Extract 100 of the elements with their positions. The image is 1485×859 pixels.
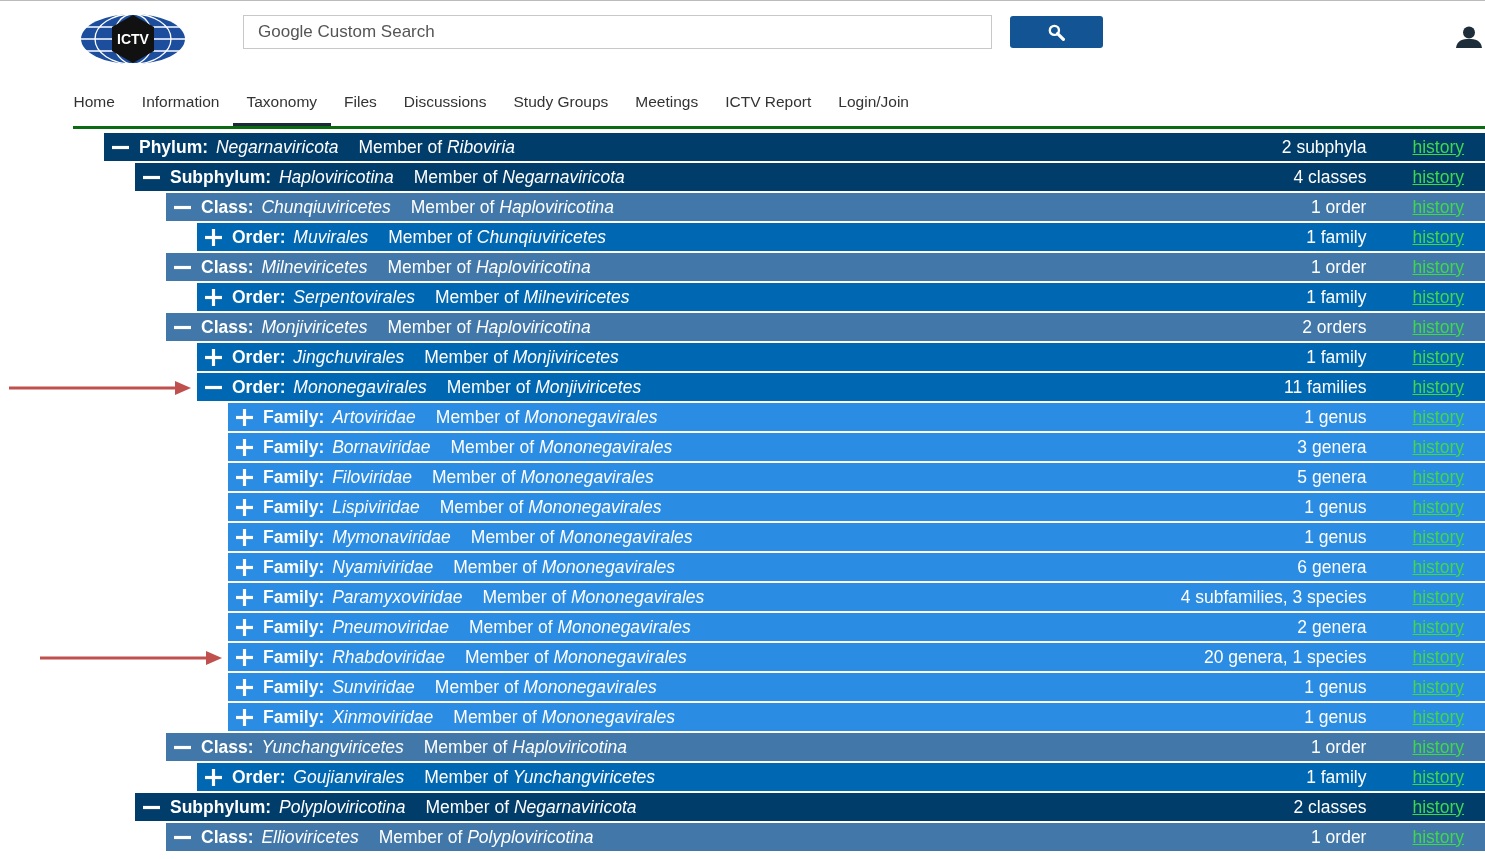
- history-link[interactable]: history: [1412, 826, 1464, 848]
- search-button[interactable]: [1010, 16, 1103, 48]
- history-link[interactable]: history: [1412, 736, 1464, 758]
- taxon-name: Class: Milneviricetes: [201, 256, 368, 278]
- parent-taxon: Member of Haploviricotina: [387, 316, 591, 338]
- expand-icon[interactable]: [236, 498, 253, 516]
- nav-tab[interactable]: Study Groups: [500, 65, 622, 126]
- expand-icon[interactable]: [236, 438, 253, 456]
- taxon-name: Family: Xinmoviridae: [263, 706, 434, 728]
- child-count: 2 subphyla: [1281, 136, 1367, 158]
- history-link[interactable]: history: [1412, 496, 1464, 518]
- expand-icon[interactable]: [205, 228, 222, 246]
- taxon-name: Subphylum: Polyploviricotina: [170, 796, 406, 818]
- history-link[interactable]: history: [1412, 376, 1464, 398]
- taxon-name: Family: Rhabdoviridae: [263, 646, 445, 668]
- expand-icon[interactable]: [236, 588, 253, 606]
- child-count: 1 family: [1306, 286, 1367, 308]
- taxon-name: Family: Pneumoviridae: [263, 616, 449, 638]
- history-link[interactable]: history: [1412, 676, 1464, 698]
- parent-taxon: Member of Negarnaviricota: [425, 796, 637, 818]
- expand-icon[interactable]: [236, 558, 253, 576]
- expand-icon[interactable]: [236, 618, 253, 636]
- history-link[interactable]: history: [1412, 226, 1464, 248]
- taxon-name: Class: Yunchangviricetes: [201, 736, 404, 758]
- history-link[interactable]: history: [1412, 136, 1464, 158]
- parent-taxon: Member of Chunqiuviricetes: [388, 226, 607, 248]
- child-count: 2 orders: [1302, 316, 1367, 338]
- history-link[interactable]: history: [1412, 166, 1464, 188]
- parent-taxon: Member of Mononegavirales: [435, 406, 658, 428]
- child-count: 1 order: [1311, 196, 1367, 218]
- child-count: 1 genus: [1304, 526, 1367, 548]
- child-count: 6 genera: [1297, 556, 1367, 578]
- taxon-name: Family: Paramyxoviridae: [263, 586, 463, 608]
- expand-icon[interactable]: [236, 648, 253, 666]
- taxon-name: Family: Artoviridae: [263, 406, 416, 428]
- expand-icon[interactable]: [236, 528, 253, 546]
- history-link[interactable]: history: [1412, 346, 1464, 368]
- history-link[interactable]: history: [1412, 406, 1464, 428]
- history-link[interactable]: history: [1412, 766, 1464, 788]
- parent-taxon: Member of Mononegavirales: [453, 556, 676, 578]
- taxon-name: Class: Ellioviricetes: [201, 826, 359, 848]
- taxon-name: Family: Sunviridae: [263, 676, 415, 698]
- history-link[interactable]: history: [1412, 256, 1464, 278]
- parent-taxon: Member of Haploviricotina: [410, 196, 615, 218]
- parent-taxon: Member of Mononegavirales: [453, 706, 676, 728]
- history-link[interactable]: history: [1412, 616, 1464, 638]
- taxon-name: Order: Mononegavirales: [232, 376, 427, 398]
- expand-icon[interactable]: [236, 708, 253, 726]
- nav-tab[interactable]: Meetings: [621, 65, 712, 126]
- taxon-name: Order: Goujianvirales: [232, 766, 405, 788]
- nav-tab[interactable]: Discussions: [390, 65, 500, 126]
- child-count: 1 order: [1311, 256, 1367, 278]
- user-icon[interactable]: [1456, 26, 1482, 48]
- taxon-name: Class: Chunqiuviricetes: [201, 196, 391, 218]
- history-link[interactable]: history: [1412, 526, 1464, 548]
- expand-icon[interactable]: [205, 288, 222, 306]
- history-link[interactable]: history: [1412, 706, 1464, 728]
- child-count: 2 genera: [1297, 616, 1367, 638]
- expand-icon[interactable]: [205, 348, 222, 366]
- parent-taxon: Member of Mononegavirales: [482, 586, 705, 608]
- nav-tab[interactable]: Files: [330, 65, 391, 126]
- expand-icon[interactable]: [236, 408, 253, 426]
- taxon-name: Subphylum: Haploviricotina: [170, 166, 394, 188]
- history-link[interactable]: history: [1412, 796, 1464, 818]
- search-icon: [1048, 23, 1065, 41]
- history-link[interactable]: history: [1412, 646, 1464, 668]
- history-link[interactable]: history: [1412, 286, 1464, 308]
- history-link[interactable]: history: [1412, 556, 1464, 578]
- nav-tab[interactable]: ICTV Report: [711, 65, 825, 126]
- parent-taxon: Member of Haploviricotina: [423, 736, 628, 758]
- history-link[interactable]: history: [1412, 466, 1464, 488]
- child-count: 1 order: [1311, 736, 1367, 758]
- expand-icon[interactable]: [236, 678, 253, 696]
- parent-taxon: Member of Mononegavirales: [470, 526, 693, 548]
- parent-taxon: Member of Negarnaviricota: [413, 166, 625, 188]
- child-count: 1 family: [1306, 766, 1367, 788]
- parent-taxon: Member of Mononegavirales: [465, 646, 687, 668]
- expand-icon[interactable]: [236, 468, 253, 486]
- search-field[interactable]: Google Custom Search: [243, 15, 992, 49]
- history-link[interactable]: history: [1412, 316, 1464, 338]
- child-count: 5 genera: [1297, 466, 1367, 488]
- parent-taxon: Member of Mononegavirales: [434, 676, 657, 698]
- globe-logo[interactable]: ICTV: [80, 13, 186, 65]
- nav-tab[interactable]: Home: [60, 65, 129, 126]
- history-link[interactable]: history: [1412, 196, 1464, 218]
- child-count: 20 genera, 1 species: [1203, 646, 1367, 668]
- parent-taxon: Member of Mononegavirales: [439, 496, 662, 518]
- expand-icon[interactable]: [205, 768, 222, 786]
- child-count: 4 classes: [1293, 166, 1367, 188]
- nav-tab[interactable]: Information: [128, 65, 233, 126]
- taxon-name: Order: Serpentovirales: [232, 286, 415, 308]
- child-count: 11 families: [1284, 376, 1367, 398]
- history-link[interactable]: history: [1412, 436, 1464, 458]
- parent-taxon: Member of Milneviricetes: [434, 286, 630, 308]
- parent-taxon: Member of Monjiviricetes: [446, 376, 642, 398]
- history-link[interactable]: history: [1412, 586, 1464, 608]
- parent-taxon: Member of Haploviricotina: [387, 256, 591, 278]
- nav-tab[interactable]: Login/Join: [824, 65, 923, 126]
- taxon-name: Family: Lispiviridae: [263, 496, 420, 518]
- parent-taxon: Member of Riboviria: [358, 136, 516, 158]
